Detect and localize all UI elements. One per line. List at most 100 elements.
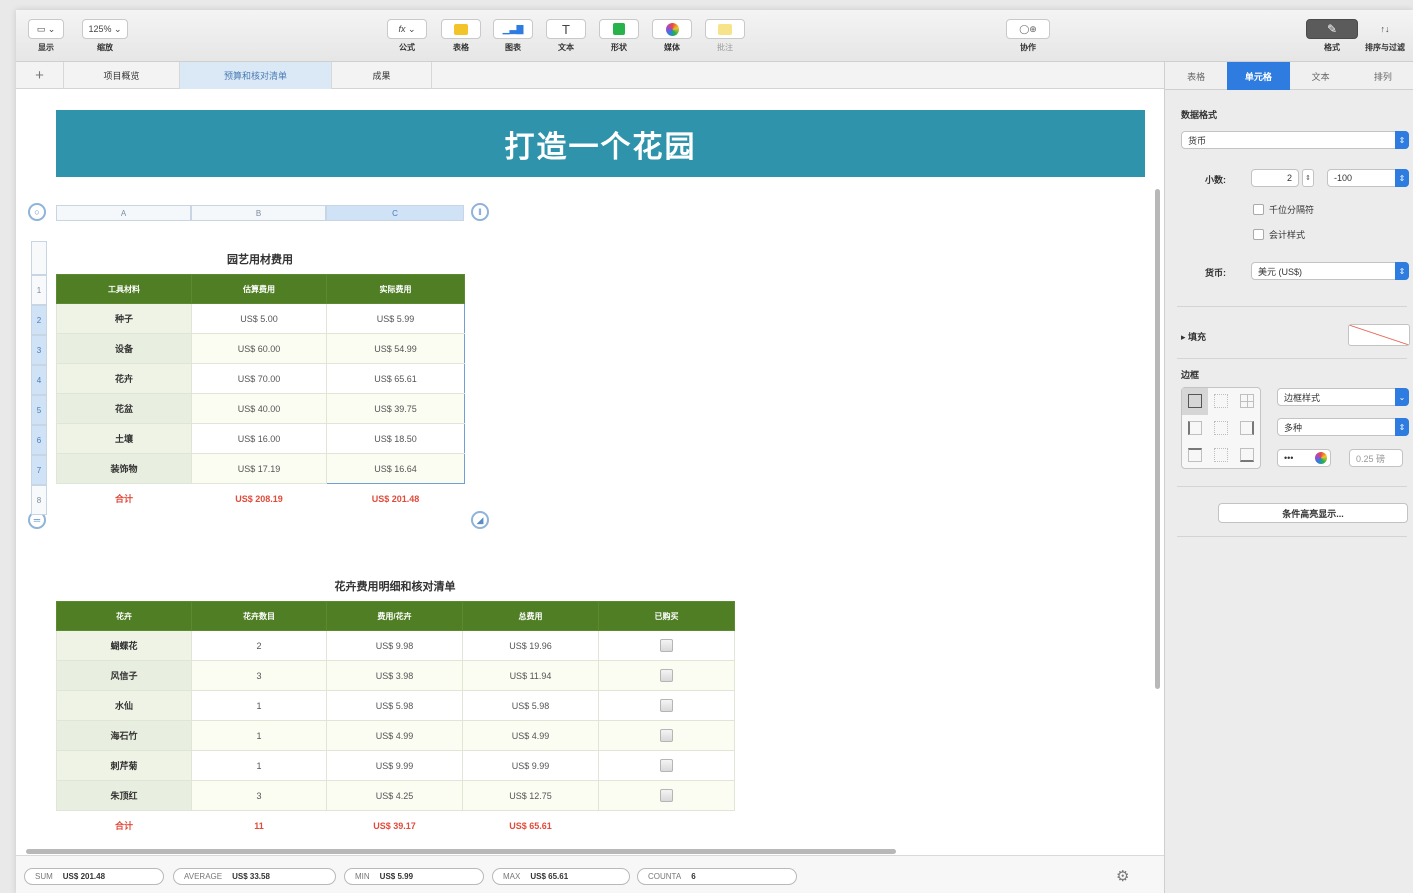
purchased-checkbox[interactable] [660,759,673,772]
data-format-popup[interactable]: 货币 ⇕ [1181,131,1409,149]
table1-header-actual[interactable]: 实际费用 [326,274,465,304]
text-button[interactable]: T 文本 [546,19,586,53]
tab-text[interactable]: 文本 [1290,62,1352,90]
thousands-separator-checkbox[interactable] [1253,204,1264,215]
border-type-popup[interactable]: 多种 ⇕ [1277,418,1409,436]
border-bottom-option[interactable] [1234,441,1260,468]
table1-total-actual[interactable]: US$ 201.48 [326,483,465,514]
table1-cell-selected[interactable]: US$ 54.99 [326,333,465,364]
tab-project-overview[interactable]: 项目概览 [64,62,180,89]
row-header-8[interactable]: 8 [31,485,47,515]
zoom-popup[interactable]: 125% ⌄ 缩放 [82,19,128,53]
table1-cell-selected[interactable]: US$ 18.50 [326,423,465,454]
table2-total-cost[interactable]: US$ 65.61 [462,810,599,841]
fill-section[interactable]: ▸ 填充 [1181,330,1206,343]
row-header-2[interactable]: 2 [31,305,47,335]
table1-cell[interactable]: 设备 [56,333,192,364]
table2-cell[interactable]: 蝴蝶花 [56,630,192,661]
row-header-6[interactable]: 6 [31,425,47,455]
column-header-b[interactable]: B [191,205,326,221]
average-stat[interactable]: AVERAGE US$ 33.58 [173,868,336,885]
table2-header-flower[interactable]: 花卉 [56,601,192,631]
max-stat[interactable]: MAX US$ 65.61 [492,868,630,885]
border-top-option[interactable] [1182,441,1208,468]
table1-cell-selected[interactable]: US$ 16.64 [326,453,465,484]
row-header-1[interactable]: 1 [31,275,47,305]
border-line-popup[interactable]: ••• [1277,449,1331,467]
table1-cell[interactable]: US$ 60.00 [191,333,327,364]
table2-header-total[interactable]: 总费用 [462,601,599,631]
tab-table[interactable]: 表格 [1165,62,1227,90]
comment-button[interactable]: 批注 [705,19,745,53]
table2-header-purchased[interactable]: 已购买 [598,601,735,631]
table2-header-count[interactable]: 花卉数目 [191,601,327,631]
add-column-handle[interactable]: ‖ [471,203,489,221]
shape-button[interactable]: 形状 [599,19,639,53]
table2-total-unit-cost[interactable]: US$ 39.17 [326,810,463,841]
formula-button[interactable]: fx ⌄ 公式 [387,19,427,53]
row-header-5[interactable]: 5 [31,395,47,425]
table2-cell[interactable]: US$ 19.96 [462,630,599,661]
row-header-3[interactable]: 3 [31,335,47,365]
table2-cell[interactable]: US$ 4.99 [462,720,599,751]
table2-cell[interactable]: US$ 11.94 [462,660,599,691]
border-outside-option[interactable] [1182,388,1208,415]
table2-cell[interactable]: US$ 9.99 [326,750,463,781]
border-style-popup[interactable]: 边框样式 ⌄ [1277,388,1409,406]
fill-color-well[interactable] [1348,324,1410,346]
table2-cell[interactable]: 1 [191,720,327,751]
table1-header-estimated[interactable]: 估算费用 [191,274,327,304]
color-wheel-icon[interactable] [1315,452,1327,464]
min-stat[interactable]: MIN US$ 5.99 [344,868,484,885]
counta-stat[interactable]: COUNTA 6 [637,868,797,885]
accounting-style-checkbox[interactable] [1253,229,1264,240]
view-button[interactable]: ▭ ⌄ 显示 [28,19,64,53]
table2-cell[interactable]: 刺芹菊 [56,750,192,781]
table2-cell[interactable]: 海石竹 [56,720,192,751]
table2-cell[interactable]: US$ 5.98 [462,690,599,721]
table1-cell-selected[interactable]: US$ 65.61 [326,363,465,394]
currency-popup[interactable]: 美元 (US$) ⇕ [1251,262,1409,280]
border-vertical-option[interactable] [1208,415,1234,442]
table2-cell[interactable]: US$ 12.75 [462,780,599,811]
tab-results[interactable]: 成果 [332,62,432,89]
tab-cell[interactable]: 单元格 [1227,62,1290,90]
table1-total-estimated[interactable]: US$ 208.19 [191,483,327,514]
table1-cell[interactable]: 种子 [56,303,192,334]
purchased-checkbox[interactable] [660,669,673,682]
table2-total-label[interactable]: 合计 [56,810,192,841]
table1-header-material[interactable]: 工具材料 [56,274,192,304]
table1-cell[interactable]: 花卉 [56,363,192,394]
table2-cell[interactable]: US$ 9.99 [462,750,599,781]
border-inside-option[interactable] [1208,388,1234,415]
purchased-checkbox[interactable] [660,639,673,652]
border-all-option[interactable] [1234,388,1260,415]
table1-cell-selected[interactable]: US$ 39.75 [326,393,465,424]
table1-cell[interactable]: US$ 17.19 [191,453,327,484]
purchased-checkbox[interactable] [660,729,673,742]
negative-format-popup[interactable]: -100 ⇕ [1327,169,1409,187]
table2-cell[interactable]: US$ 5.98 [326,690,463,721]
table1-cell-selected[interactable]: US$ 5.99 [326,303,465,334]
table1-total-label[interactable]: 合计 [56,483,192,514]
table2-total-count[interactable]: 11 [191,810,327,841]
table1-cell[interactable]: 土壤 [56,423,192,454]
resize-table-handle[interactable]: ◢ [471,511,489,529]
table2-cell[interactable]: 3 [191,780,327,811]
column-header-c[interactable]: C [326,205,464,221]
tab-arrange[interactable]: 排列 [1352,62,1413,90]
chart-button[interactable]: ▁▃▇ 图表 [493,19,533,53]
decimals-stepper[interactable]: ⇕ [1302,169,1314,187]
add-sheet-button[interactable]: + [16,62,64,89]
table1-cell[interactable]: 装饰物 [56,453,192,484]
table2-cell[interactable]: 3 [191,660,327,691]
purchased-checkbox[interactable] [660,699,673,712]
horizontal-scrollbar[interactable] [26,849,896,854]
table-select-handle[interactable]: ○ [28,203,46,221]
row-header-7[interactable]: 7 [31,455,47,485]
table2-cell[interactable]: US$ 4.25 [326,780,463,811]
table1-cell[interactable]: 花盆 [56,393,192,424]
table2-cell[interactable]: 朱顶红 [56,780,192,811]
sort-filter-button[interactable]: ↑↓ 排序与过滤 [1363,19,1407,53]
table1-cell[interactable]: US$ 40.00 [191,393,327,424]
